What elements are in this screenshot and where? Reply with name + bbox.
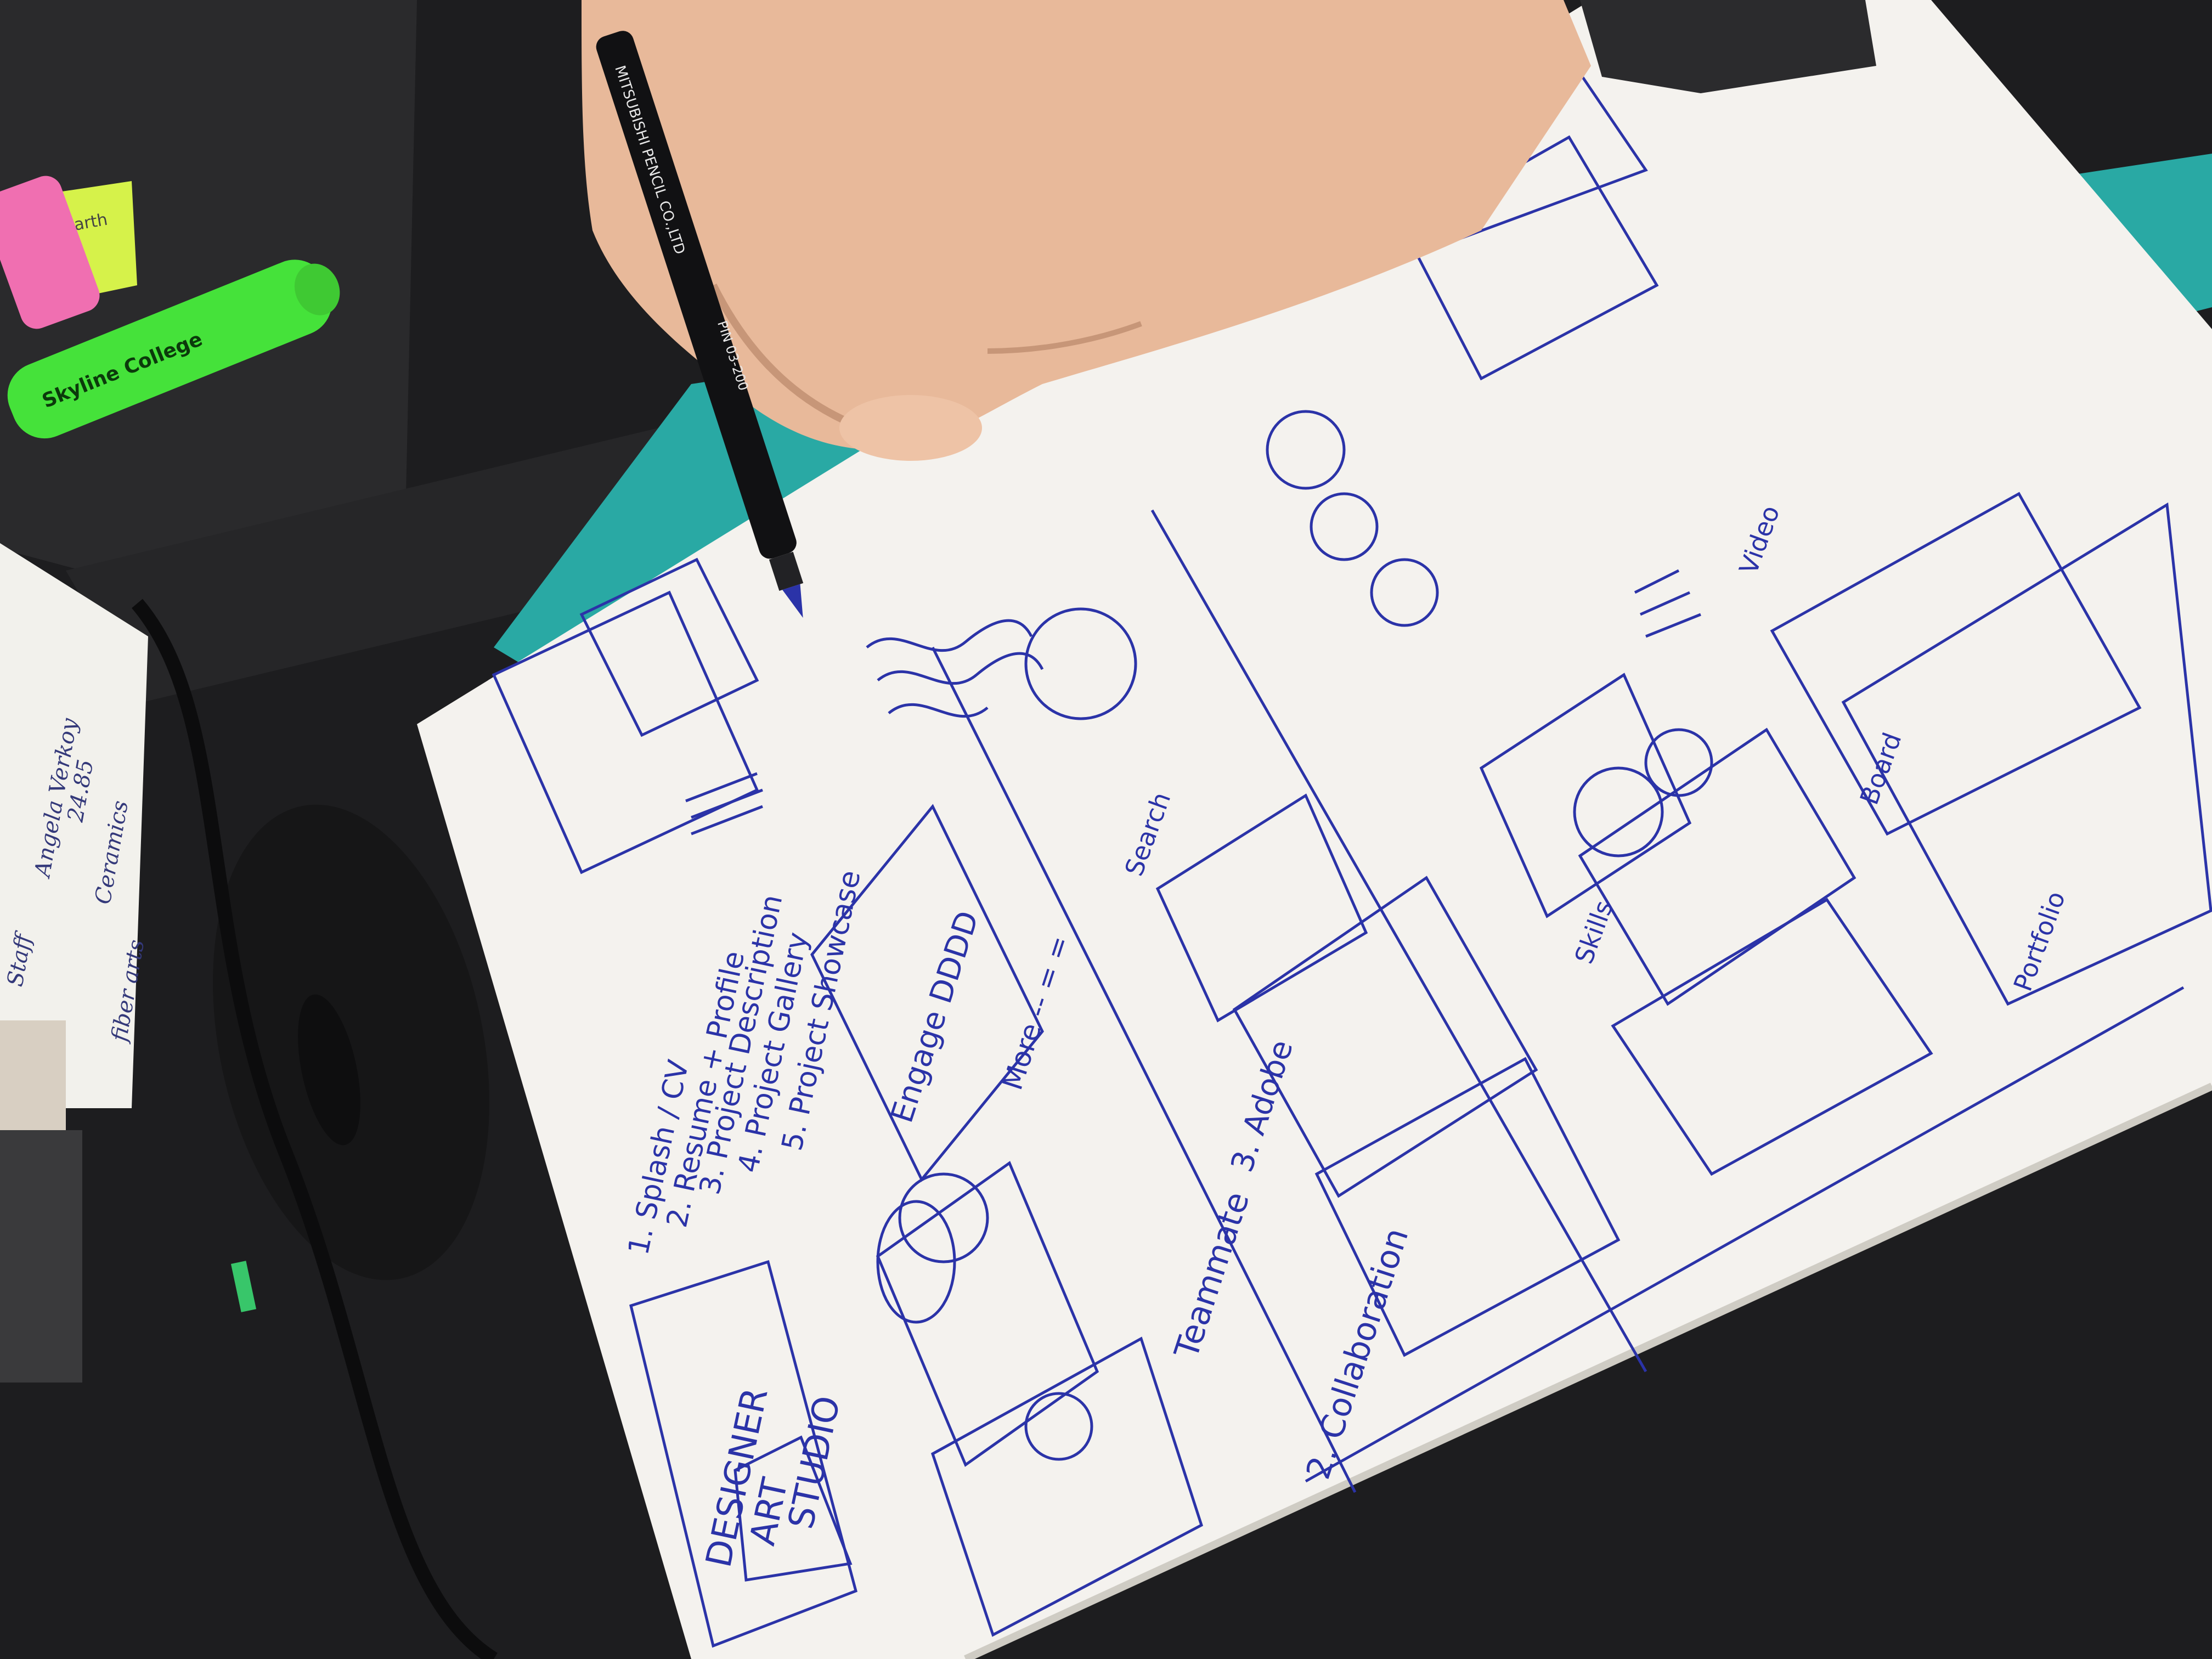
notebook-cover xyxy=(0,1130,82,1383)
photo-scene: Angela Verkoy 24.85 Ceramics Staff fiber… xyxy=(0,0,2212,1659)
